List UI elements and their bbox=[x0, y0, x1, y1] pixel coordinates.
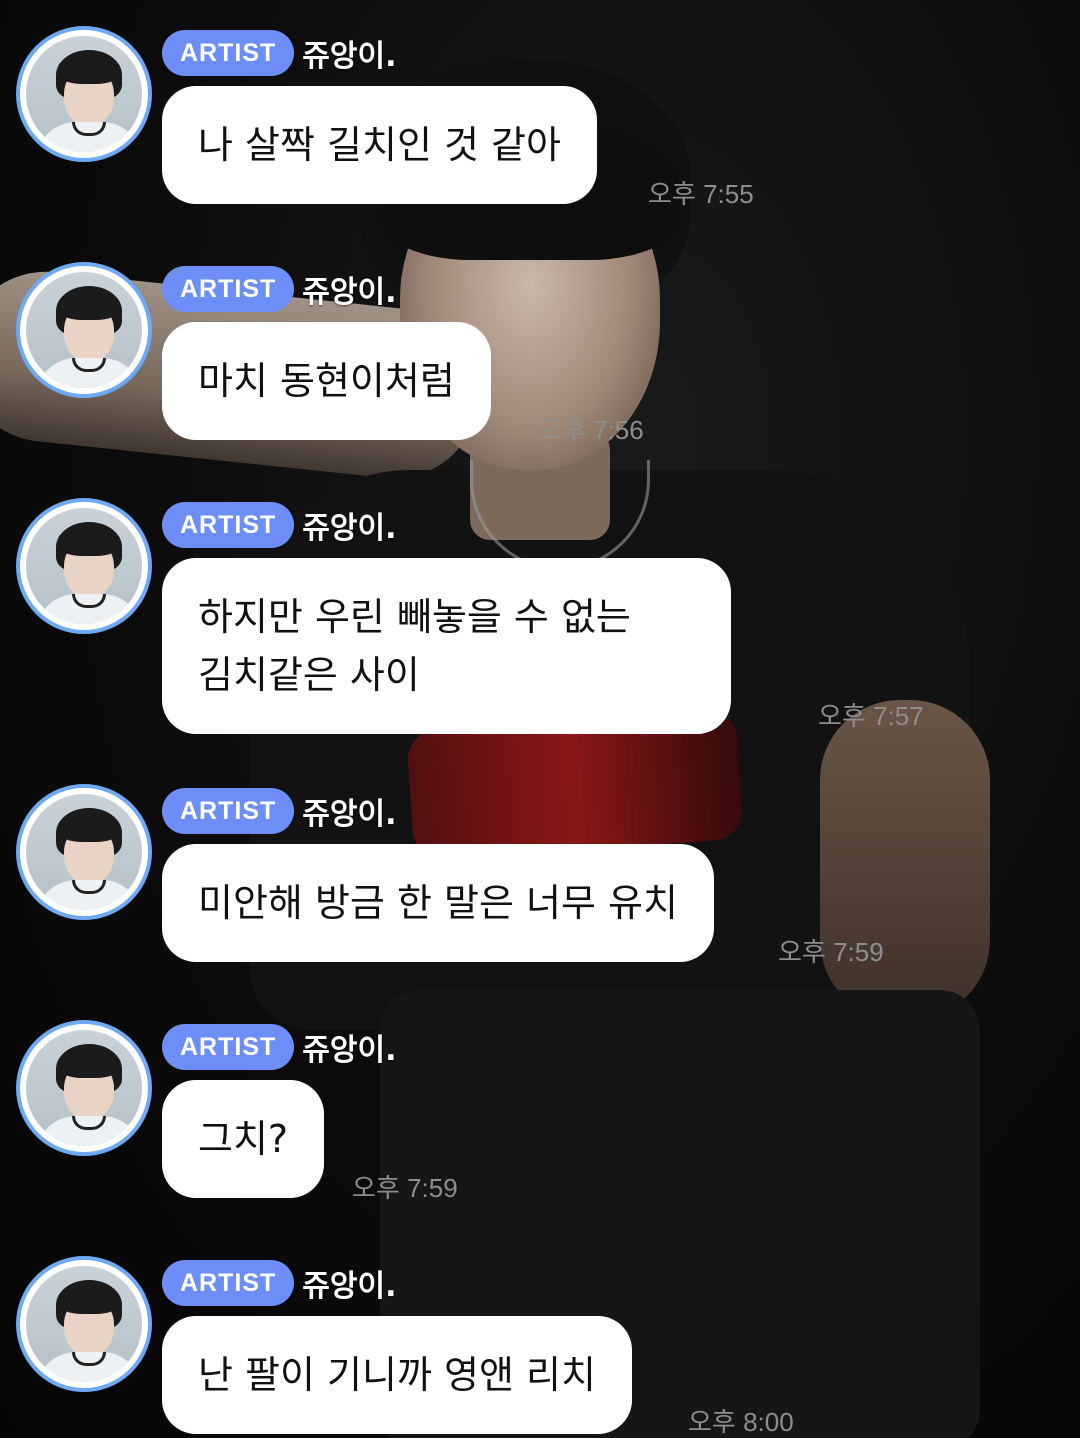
sender-name: 쥬앙이. bbox=[302, 797, 397, 832]
message-text: 난 팔이 기니까 영앤 리치 bbox=[198, 1353, 596, 1397]
sender-name: 쥬앙이. bbox=[302, 275, 397, 310]
message-time: 오후 7:57 bbox=[818, 701, 924, 731]
message-time: 오후 7:59 bbox=[778, 937, 884, 967]
message-text: 그치? bbox=[198, 1117, 289, 1161]
sender-name: 쥬앙이. bbox=[302, 511, 397, 546]
message-bubble[interactable]: 하지만 우린 빼놓을 수 없는 김치같은 사이 bbox=[162, 558, 731, 734]
artist-badge: ARTIST bbox=[162, 30, 295, 76]
sender-name: 쥬앙이. bbox=[302, 1033, 397, 1068]
message-bubble[interactable]: 그치? bbox=[162, 1080, 325, 1198]
sender-name: 쥬앙이. bbox=[302, 1269, 397, 1304]
artist-badge: ARTIST bbox=[162, 788, 295, 834]
artist-avatar-icon[interactable] bbox=[16, 1256, 152, 1392]
artist-avatar-icon[interactable] bbox=[16, 26, 152, 162]
message-bubble[interactable]: 난 팔이 기니까 영앤 리치 bbox=[162, 1316, 632, 1434]
chat-list[interactable]: ARTIST 쥬앙이. 나 살짝 길치인 것 같아 오후 7:55 ARTIST… bbox=[0, 0, 1080, 1438]
message-text: 하지만 우린 빼놓을 수 없는 bbox=[198, 595, 631, 639]
message-time: 오후 7:56 bbox=[538, 415, 644, 445]
artist-badge: ARTIST bbox=[162, 1024, 295, 1070]
message-bubble[interactable]: 나 살짝 길치인 것 같아 bbox=[162, 86, 597, 204]
message-time: 오후 7:55 bbox=[648, 179, 754, 209]
message-text: 마치 동현이처럼 bbox=[198, 359, 455, 403]
artist-avatar-icon[interactable] bbox=[16, 498, 152, 634]
artist-badge: ARTIST bbox=[162, 1260, 295, 1306]
message-text-line2: 김치같은 사이 bbox=[198, 653, 420, 697]
artist-avatar-icon[interactable] bbox=[16, 784, 152, 920]
artist-avatar-icon[interactable] bbox=[16, 1020, 152, 1156]
artist-avatar-icon[interactable] bbox=[16, 262, 152, 398]
message-bubble[interactable]: 미안해 방금 한 말은 너무 유치 bbox=[162, 844, 714, 962]
message-text: 미안해 방금 한 말은 너무 유치 bbox=[198, 881, 678, 925]
message-bubble[interactable]: 마치 동현이처럼 bbox=[162, 322, 491, 440]
artist-badge: ARTIST bbox=[162, 502, 295, 548]
message-time: 오후 7:59 bbox=[352, 1173, 458, 1203]
message-time: 오후 8:00 bbox=[688, 1407, 794, 1437]
message-text: 나 살짝 길치인 것 같아 bbox=[198, 123, 561, 167]
sender-name: 쥬앙이. bbox=[302, 39, 397, 74]
artist-badge: ARTIST bbox=[162, 266, 295, 312]
